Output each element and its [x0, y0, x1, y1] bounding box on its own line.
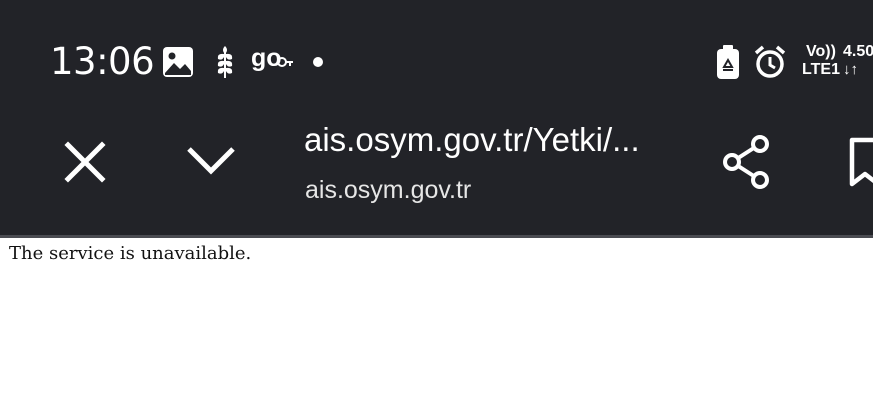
alarm-icon [754, 45, 786, 78]
notification-dot-icon [313, 57, 323, 67]
browser-chrome: 13:06 go Vo)) LTE1 4.50 ↓↑ ais.osym.gov.… [0, 0, 873, 235]
go-key-icon [277, 57, 293, 67]
share-icon[interactable] [720, 134, 772, 190]
volte-label: Vo)) [806, 43, 836, 60]
network-speed: 4.50 [843, 43, 873, 60]
status-time: 13:06 [50, 40, 155, 83]
lte-label: LTE1 [802, 61, 840, 78]
toolbar-divider [0, 235, 873, 238]
volte-indicator: Vo)) LTE1 [799, 43, 843, 79]
network-arrows: ↓↑ [843, 61, 858, 78]
network-speed-indicator: 4.50 ↓↑ [843, 43, 873, 79]
service-unavailable-message: The service is unavailable. [9, 243, 252, 264]
url-title[interactable]: ais.osym.gov.tr/Yetki/... [304, 118, 649, 162]
bookmark-icon[interactable] [848, 136, 873, 188]
image-icon [163, 47, 193, 77]
wheat-icon [217, 46, 233, 78]
url-domain[interactable]: ais.osym.gov.tr [305, 172, 471, 208]
chevron-down-icon[interactable] [186, 145, 236, 177]
close-icon[interactable] [64, 141, 106, 183]
battery-saver-icon [717, 45, 739, 79]
